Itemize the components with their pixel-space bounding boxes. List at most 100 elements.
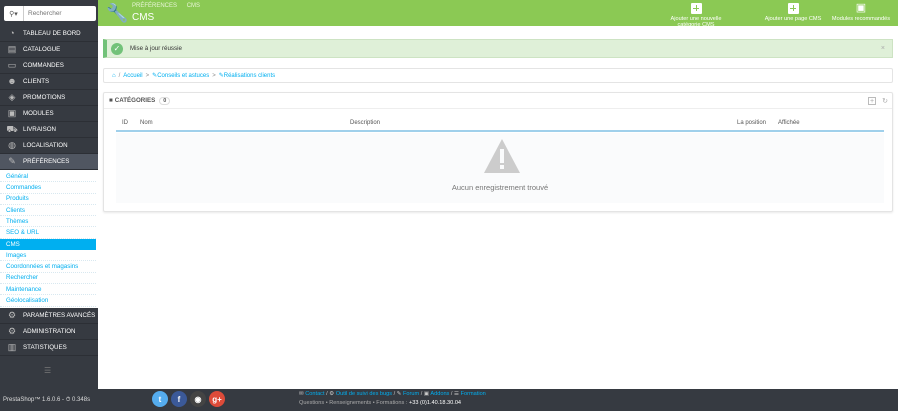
column-position[interactable]: La position (737, 120, 766, 126)
menu-item-clients[interactable]: ☻ CLIENTS (0, 74, 98, 90)
add-cms-category-button[interactable]: Ajouter une nouvelle catégorie CMS (663, 3, 729, 28)
close-icon[interactable]: × (881, 45, 885, 52)
menu-item-label: CATALOGUE (23, 46, 61, 53)
truck-icon: ⛟ (6, 124, 18, 134)
search-icon[interactable]: ⚲▾ (4, 6, 24, 21)
add-cms-page-label: Ajouter une page CMS (764, 16, 822, 22)
github-icon[interactable]: ◉ (190, 391, 206, 407)
puzzle-icon: ▣ (423, 391, 430, 397)
submenu-item[interactable]: Rechercher (0, 273, 96, 284)
forum-link[interactable]: Forum (403, 391, 419, 397)
breadcrumb-item-conseils[interactable]: Conseils et astuces (157, 73, 209, 79)
catalog-icon: ▤ (7, 44, 17, 54)
menu-item-label: COMMANDES (23, 62, 64, 69)
column-name[interactable]: Nom (140, 120, 153, 126)
recommended-modules-button[interactable]: ▣ Modules recommandés (829, 2, 893, 23)
warning-icon (484, 139, 520, 173)
user-icon: ☻ (7, 76, 17, 86)
breadcrumb-item-realisations[interactable]: Réalisations clients (224, 73, 275, 79)
tag-icon: ◈ (8, 92, 16, 102)
menu-item-localisation[interactable]: ◍ LOCALISATION (0, 138, 98, 154)
menu-item-label: PROMOTIONS (23, 94, 66, 101)
header-breadcrumb: PRÉFÉRENCES CMS (132, 3, 208, 9)
submenu-item[interactable]: Maintenance (0, 284, 96, 296)
search-box: ⚲▾ (4, 6, 96, 21)
menu-item-label: LIVRAISON (23, 126, 57, 133)
home-icon[interactable]: ⌂ (112, 73, 116, 79)
facebook-icon[interactable]: f (171, 391, 187, 407)
menu-item-promotions[interactable]: ◈ PROMOTIONS (0, 90, 98, 106)
menu-item-catalogue[interactable]: ▤ CATALOGUE (0, 42, 98, 58)
breadcrumb-home[interactable]: Accueil (123, 73, 142, 79)
header-crumb-cms[interactable]: CMS (187, 3, 200, 9)
submenu-item[interactable]: SEO & URL (0, 227, 96, 239)
menu-item-commandes[interactable]: ▭ COMMANDES (0, 58, 98, 74)
menu-item-label: MODULES (23, 110, 54, 117)
submenu-item[interactable]: Images (0, 250, 96, 262)
envelope-icon: ✉ (299, 391, 304, 397)
search-input[interactable] (24, 7, 94, 20)
footer: PrestaShop™ 1.6.0.6 - ⏱ 0.348s t f ◉ g+ ✉ C… (0, 389, 898, 411)
submenu-item[interactable]: Coordonnées et magasins (0, 261, 96, 273)
submenu-item[interactable]: Thèmes (0, 216, 96, 228)
googleplus-icon[interactable]: g+ (209, 391, 225, 407)
column-displayed[interactable]: Affichée (778, 120, 800, 126)
submenu-item[interactable]: Géolocalisation (0, 295, 96, 307)
twitter-icon[interactable]: t (152, 391, 168, 407)
submenu-item[interactable]: Clients (0, 205, 96, 217)
folder-icon: ■ (109, 97, 113, 104)
add-cms-page-button[interactable]: Ajouter une page CMS (762, 3, 824, 22)
menu-item-modules[interactable]: ▣ MODULES (0, 106, 98, 122)
submenu-item[interactable]: CMS (0, 238, 96, 251)
main-menu: ◔ TABLEAU DE BORD ▤ CATALOGUE ▭ COMMANDES ☻ CLI… (0, 26, 98, 356)
panel-heading: ■ CATÉGORIES 0 (104, 93, 892, 109)
book-icon: ☰ (454, 391, 460, 397)
empty-state: Aucun enregistrement trouvé (116, 133, 884, 203)
sidebar: ⚲▾ ◔ TABLEAU DE BORD ▤ CATALOGUE ▭ COMMANDES ☻… (0, 0, 98, 411)
check-icon: ✓ (111, 42, 123, 55)
cog-icon: ⚙ (7, 325, 17, 336)
page-title: CMS (132, 12, 155, 23)
menu-item-pr-f-rences[interactable]: ✎ PRÉFÉRENCES (0, 154, 98, 170)
addons-link[interactable]: Addons (430, 391, 449, 397)
globe-icon: ◍ (8, 140, 16, 150)
column-description[interactable]: Description (350, 120, 380, 126)
version-text: PrestaShop™ 1.6.0.6 - ⏱ 0.348s (3, 397, 91, 403)
plus-icon (690, 3, 702, 14)
submenu-item[interactable]: Produits (0, 194, 96, 205)
panel-title: CATÉGORIES (114, 97, 156, 104)
cogs-icon: ⚙ (7, 309, 17, 320)
menu-item-statistiques[interactable]: ▥ STATISTIQUES (0, 339, 98, 356)
menu-item-administration[interactable]: ⚙ ADMINISTRATION (0, 323, 98, 340)
puzzle-icon: ▣ (7, 108, 17, 118)
bar-chart-icon: ▥ (7, 341, 17, 352)
menu-item-label: CLIENTS (23, 78, 50, 85)
comments-icon: ✎ (396, 391, 402, 397)
menu-item-livraison[interactable]: ⛟ LIVRAISON (0, 122, 98, 138)
menu-item-label: PRÉFÉRENCES (23, 158, 70, 165)
menu-item-label: PARAMÈTRES AVANCÉS (23, 311, 96, 319)
support-text: Questions • Renseignements • Formations … (299, 400, 408, 406)
menu-item-label: STATISTIQUES (23, 343, 67, 351)
submenu-item[interactable]: Général (0, 171, 96, 183)
no-records-text: Aucun enregistrement trouvé (451, 183, 549, 192)
bug-icon: ⚙ (329, 391, 335, 397)
training-link[interactable]: Formation (461, 391, 486, 397)
menu-item-label: LOCALISATION (23, 142, 68, 149)
menu-item-param-tres-avanc-s[interactable]: ⚙ PARAMÈTRES AVANCÉS (0, 307, 98, 324)
count-badge: 0 (159, 96, 171, 105)
dashboard-icon: ◔ (9, 28, 15, 38)
menu-item-tableau-de-bord[interactable]: ◔ TABLEAU DE BORD (0, 26, 98, 42)
plus-icon (787, 3, 799, 14)
collapse-menu-icon[interactable]: ☰ (44, 366, 51, 375)
add-new-icon[interactable]: + (868, 97, 876, 105)
puzzle-icon: ▣ (855, 2, 867, 14)
success-alert: ✓ Mise à jour réussie × (103, 39, 893, 58)
submenu-item[interactable]: Commandes (0, 182, 96, 194)
column-id[interactable]: ID (122, 120, 128, 126)
table-header: ID Nom Description La position Affichée (116, 119, 884, 132)
contact-link[interactable]: Contact (305, 391, 324, 397)
header-crumb-preferences[interactable]: PRÉFÉRENCES (132, 3, 177, 9)
refresh-icon[interactable]: ↻ (881, 97, 889, 105)
bug-tracker-link[interactable]: Outil de suivi des bugs (336, 391, 392, 397)
